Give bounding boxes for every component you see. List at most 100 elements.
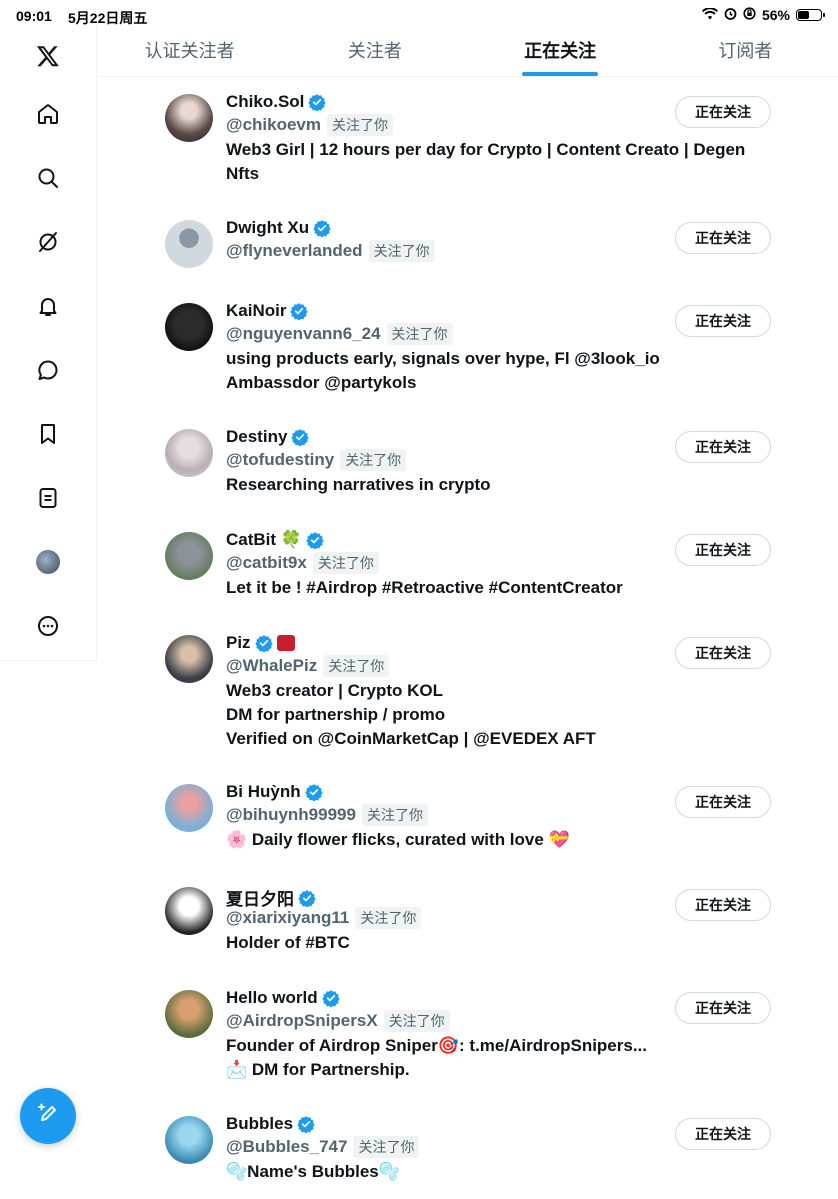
following-button[interactable]: 正在关注 [675, 431, 771, 463]
verified-badge-icon [306, 532, 324, 549]
following-button[interactable]: 正在关注 [675, 1118, 771, 1150]
battery-percent: 56% [761, 7, 790, 23]
following-button[interactable]: 正在关注 [675, 889, 771, 921]
home-icon[interactable] [26, 92, 70, 136]
user-handle-row: @nguyenvann6_24 关注了你 [226, 323, 453, 345]
bell-icon[interactable] [26, 284, 70, 328]
user-avatar[interactable] [165, 784, 213, 832]
user-handle-row: @AirdropSnipersX 关注了你 [226, 1010, 450, 1032]
user-handle-row: @catbit9x 关注了你 [226, 552, 379, 574]
following-button[interactable]: 正在关注 [675, 992, 771, 1024]
following-button[interactable]: 正在关注 [675, 786, 771, 818]
tab-label: 订阅者 [718, 41, 773, 61]
tab-label: 关注者 [347, 41, 402, 61]
user-name-row: Bi Huỳnh [226, 782, 323, 802]
user-handle: @flyneverlanded [226, 241, 363, 260]
following-button[interactable]: 正在关注 [675, 637, 771, 669]
follows-you-badge: 关注了你 [323, 655, 390, 677]
follows-you-badge: 关注了你 [353, 1136, 420, 1158]
tab-bar: 认证关注者 关注者 正在关注 订阅者 [97, 24, 838, 77]
following-button[interactable]: 正在关注 [675, 96, 771, 128]
user-avatar[interactable] [165, 887, 213, 935]
user-handle-row: @WhalePiz 关注了你 [226, 655, 390, 677]
follows-you-badge: 关注了你 [383, 1010, 450, 1032]
user-bio: Let it be ! #Airdrop #Retroactive #Conte… [226, 578, 623, 597]
user-name[interactable]: Chiko.Sol [226, 92, 304, 112]
tab-verified-followers[interactable]: 认证关注者 [97, 24, 282, 76]
user-handle-row: @chikoevm 关注了你 [226, 114, 394, 136]
user-handle-row: @Bubbles_747 关注了你 [226, 1136, 420, 1158]
user-name-row: Piz [226, 633, 295, 653]
following-button[interactable]: 正在关注 [675, 534, 771, 566]
grok-icon[interactable] [26, 220, 70, 264]
user-name-row: CatBit 🍀 [226, 530, 324, 550]
user-handle: @xiarixiyang11 [226, 908, 350, 927]
following-button[interactable]: 正在关注 [675, 222, 771, 254]
user-avatar[interactable] [165, 220, 213, 268]
user-name[interactable]: Bi Huỳnh [226, 782, 301, 802]
user-handle: @nguyenvann6_24 [226, 324, 381, 343]
user-handle: @catbit9x [226, 553, 307, 572]
user-name[interactable]: Dwight Xu [226, 218, 309, 238]
message-icon[interactable] [26, 348, 70, 392]
follows-you-badge: 关注了你 [368, 240, 435, 262]
user-bio: Founder of Airdrop Sniper🎯: t.me/Airdrop… [226, 1036, 647, 1079]
user-avatar[interactable] [165, 303, 213, 351]
active-tab-indicator [522, 72, 599, 76]
user-handle-row: @xiarixiyang11 关注了你 [226, 907, 422, 929]
tab-label: 认证关注者 [144, 41, 235, 61]
user-avatar[interactable] [165, 1116, 213, 1164]
user-name-row: KaiNoir [226, 301, 309, 321]
orientation-lock-icon [743, 7, 756, 23]
user-avatar[interactable] [165, 635, 213, 683]
follows-you-badge: 关注了你 [361, 804, 428, 826]
follows-you-badge: 关注了你 [312, 552, 379, 574]
more-icon[interactable] [26, 604, 70, 648]
user-handle: @WhalePiz [226, 656, 318, 675]
user-name-row: Bubbles [226, 1114, 315, 1134]
tab-followers[interactable]: 关注者 [282, 24, 467, 76]
user-name[interactable]: Piz [226, 633, 251, 653]
alarm-icon [724, 7, 737, 23]
user-handle: @Bubbles_747 [226, 1137, 348, 1156]
following-button[interactable]: 正在关注 [675, 305, 771, 337]
user-name-row: Destiny [226, 427, 310, 447]
user-avatar[interactable] [165, 532, 213, 580]
user-handle: @bihuynh99999 [226, 805, 356, 824]
user-name[interactable]: KaiNoir [226, 301, 286, 321]
user-name[interactable]: Hello world [226, 988, 318, 1008]
user-handle-row: @tofudestiny 关注了你 [226, 449, 407, 471]
follows-you-badge: 关注了你 [327, 114, 394, 136]
user-avatar[interactable] [165, 429, 213, 477]
user-bio: using products early, signals over hype,… [226, 349, 660, 392]
flag-badge-icon [276, 635, 295, 651]
tab-following[interactable]: 正在关注 [468, 24, 653, 76]
wifi-icon [701, 7, 718, 23]
bookmark-icon[interactable] [26, 412, 70, 456]
user-name[interactable]: CatBit 🍀 [226, 530, 302, 550]
user-name[interactable]: Destiny [226, 427, 287, 447]
verified-badge-icon [290, 303, 309, 320]
compose-button[interactable] [20, 1088, 76, 1144]
user-name-row: Chiko.Sol [226, 92, 327, 112]
user-avatar[interactable] [165, 94, 213, 142]
verified-badge-icon [291, 429, 310, 446]
compose-icon [35, 1101, 61, 1132]
battery-icon [796, 9, 825, 21]
verified-badge-icon [297, 1116, 315, 1133]
battery-level [798, 11, 810, 19]
verified-badge-icon [304, 784, 323, 801]
tab-subscribers[interactable]: 订阅者 [653, 24, 838, 76]
lists-icon[interactable] [26, 476, 70, 520]
user-bio: Web3 Girl | 12 hours per day for Crypto … [226, 140, 746, 183]
search-icon[interactable] [26, 156, 70, 200]
user-handle: @AirdropSnipersX [226, 1011, 378, 1030]
x-logo-icon[interactable] [26, 34, 70, 78]
user-bio: Researching narratives in crypto [226, 475, 491, 494]
user-name-row: Dwight Xu [226, 218, 331, 238]
user-name[interactable]: Bubbles [226, 1114, 293, 1134]
status-right: 56% [701, 7, 825, 23]
profile-avatar[interactable] [26, 540, 70, 584]
user-name-row: Hello world [226, 988, 340, 1008]
user-avatar[interactable] [165, 990, 213, 1038]
